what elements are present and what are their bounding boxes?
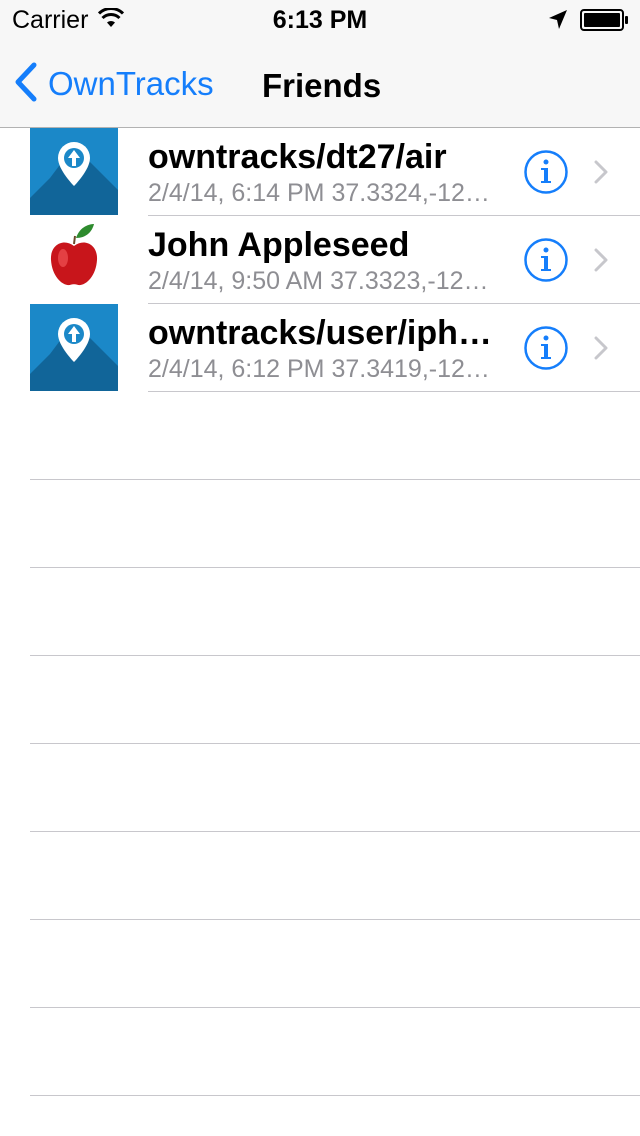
status-bar: Carrier 6:13 PM (0, 0, 640, 40)
row-separator (30, 831, 640, 832)
info-button[interactable] (524, 150, 568, 194)
chevron-right-icon (594, 160, 608, 184)
row-separator (30, 479, 640, 480)
chevron-right-icon (594, 336, 608, 360)
status-time: 6:13 PM (272, 6, 368, 34)
friend-row[interactable]: owntracks/dt27/air 2/4/14, 6:14 PM 37.33… (0, 128, 640, 216)
navigation-bar: OwnTracks Friends (0, 40, 640, 128)
location-arrow-icon (548, 9, 568, 36)
apple-photo-avatar (30, 216, 118, 303)
friend-subtitle: 2/4/14, 6:12 PM 37.3419,-122.0300 (148, 355, 500, 383)
friend-row[interactable]: owntracks/user/iphone 2/4/14, 6:12 PM 37… (0, 304, 640, 392)
page-title: Friends (262, 67, 382, 104)
friend-title: owntracks/user/iphone (148, 314, 508, 352)
back-button[interactable]: OwnTracks (14, 62, 214, 106)
owntracks-logo-avatar (30, 304, 118, 391)
chevron-right-icon (594, 248, 608, 272)
friends-list: owntracks/dt27/air 2/4/14, 6:14 PM 37.33… (0, 128, 640, 392)
row-separator (30, 1007, 640, 1008)
friend-title: John Appleseed (148, 226, 410, 264)
info-button[interactable] (524, 238, 568, 282)
row-separator (30, 655, 640, 656)
row-separator (30, 743, 640, 744)
battery-icon (580, 9, 630, 36)
row-separator (30, 919, 640, 920)
friend-subtitle: 2/4/14, 6:14 PM 37.3324,-122.0308 (148, 179, 500, 207)
friend-row[interactable]: John Appleseed 2/4/14, 9:50 AM 37.3323,-… (0, 216, 640, 304)
back-button-label: OwnTracks (48, 65, 214, 102)
row-separator (30, 567, 640, 568)
owntracks-logo-avatar (30, 128, 118, 215)
top-bar: Carrier 6:13 PM OwnTracks Friends (0, 0, 640, 128)
friend-title: owntracks/dt27/air (148, 138, 447, 176)
chevron-left-icon (14, 62, 38, 107)
row-separator (30, 1095, 640, 1096)
friend-subtitle: 2/4/14, 9:50 AM 37.3323,-122.0312 (148, 267, 500, 295)
info-button[interactable] (524, 326, 568, 370)
